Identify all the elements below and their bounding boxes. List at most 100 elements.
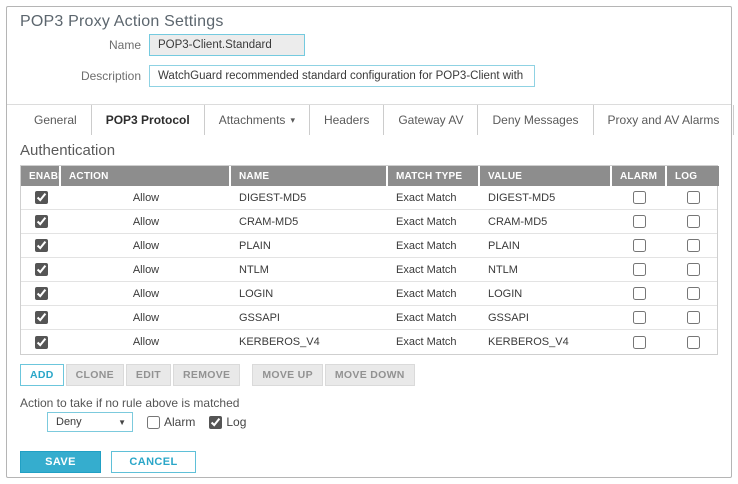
table-row[interactable]: Allow NTLM Exact Match NTLM <box>21 258 717 282</box>
value-cell: DIGEST-MD5 <box>480 186 612 209</box>
name-cell: GSSAPI <box>231 306 388 329</box>
match-type-cell: Exact Match <box>388 282 480 305</box>
value-cell: PLAIN <box>480 234 612 257</box>
column-header-match-type: MATCH TYPE <box>388 166 480 186</box>
move-up-button: MOVE UP <box>252 364 323 386</box>
match-type-cell: Exact Match <box>388 330 480 354</box>
default-action-label: Action to take if no rule above is match… <box>20 396 718 410</box>
table-row[interactable]: Allow GSSAPI Exact Match GSSAPI <box>21 306 717 330</box>
remove-button: REMOVE <box>173 364 240 386</box>
table-row[interactable]: Allow PLAIN Exact Match PLAIN <box>21 234 717 258</box>
name-cell: KERBEROS_V4 <box>231 330 388 354</box>
tab-deny-messages[interactable]: Deny Messages <box>478 105 593 135</box>
table-toolbar: ADD CLONE EDIT REMOVE MOVE UP MOVE DOWN <box>20 364 718 386</box>
table-row[interactable]: Allow CRAM-MD5 Exact Match CRAM-MD5 <box>21 210 717 234</box>
log-checkbox[interactable] <box>687 311 700 324</box>
save-cancel-row: SAVE CANCEL <box>20 451 718 473</box>
alarm-checkbox[interactable] <box>633 215 646 228</box>
log-checkbox[interactable] <box>687 263 700 276</box>
match-type-cell: Exact Match <box>388 258 480 281</box>
name-cell: DIGEST-MD5 <box>231 186 388 209</box>
column-header-enabled: ENABLED <box>21 166 61 186</box>
select-arrow-icon: ▼ <box>118 418 126 427</box>
description-input[interactable] <box>149 65 535 87</box>
enabled-checkbox[interactable] <box>35 191 48 204</box>
column-header-name: NAME <box>231 166 388 186</box>
enabled-checkbox[interactable] <box>35 239 48 252</box>
action-cell: Allow <box>61 258 231 281</box>
action-cell: Allow <box>61 210 231 233</box>
default-log-checkbox[interactable] <box>209 416 222 429</box>
edit-button: EDIT <box>126 364 171 386</box>
table-row[interactable]: Allow DIGEST-MD5 Exact Match DIGEST-MD5 <box>21 186 717 210</box>
cancel-button[interactable]: CANCEL <box>111 451 196 473</box>
default-alarm-label: Alarm <box>164 415 195 429</box>
page-title: POP3 Proxy Action Settings <box>20 12 718 32</box>
tab-pop3-protocol[interactable]: POP3 Protocol <box>92 105 205 135</box>
enabled-checkbox[interactable] <box>35 287 48 300</box>
tab-apt-blocker[interactable]: APT Blocker <box>734 105 738 135</box>
table-header-row: ENABLED ACTION NAME MATCH TYPE VALUE ALA… <box>21 166 717 186</box>
action-cell: Allow <box>61 306 231 329</box>
settings-panel: POP3 Proxy Action Settings Name Descript… <box>6 6 732 478</box>
tab-general[interactable]: General <box>20 105 92 135</box>
default-action-value: Deny <box>56 416 82 428</box>
tab-headers[interactable]: Headers <box>310 105 384 135</box>
enabled-checkbox[interactable] <box>35 336 48 349</box>
match-type-cell: Exact Match <box>388 210 480 233</box>
enabled-checkbox[interactable] <box>35 263 48 276</box>
action-cell: Allow <box>61 282 231 305</box>
match-type-cell: Exact Match <box>388 306 480 329</box>
value-cell: LOGIN <box>480 282 612 305</box>
value-cell: GSSAPI <box>480 306 612 329</box>
name-label: Name <box>20 38 141 52</box>
alarm-checkbox[interactable] <box>633 336 646 349</box>
section-heading-authentication: Authentication <box>20 142 718 159</box>
action-cell: Allow <box>61 234 231 257</box>
move-down-button: MOVE DOWN <box>325 364 415 386</box>
action-cell: Allow <box>61 186 231 209</box>
enabled-checkbox[interactable] <box>35 215 48 228</box>
value-cell: CRAM-MD5 <box>480 210 612 233</box>
tab-proxy-and-av-alarms[interactable]: Proxy and AV Alarms <box>594 105 735 135</box>
default-alarm-checkbox[interactable] <box>147 416 160 429</box>
column-header-action: ACTION <box>61 166 231 186</box>
default-alarm-group: Alarm <box>147 415 195 429</box>
alarm-checkbox[interactable] <box>633 311 646 324</box>
name-cell: CRAM-MD5 <box>231 210 388 233</box>
default-log-label: Log <box>226 415 246 429</box>
alarm-checkbox[interactable] <box>633 263 646 276</box>
alarm-checkbox[interactable] <box>633 239 646 252</box>
alarm-checkbox[interactable] <box>633 191 646 204</box>
match-type-cell: Exact Match <box>388 186 480 209</box>
log-checkbox[interactable] <box>687 336 700 349</box>
save-button[interactable]: SAVE <box>20 451 101 473</box>
action-cell: Allow <box>61 330 231 354</box>
log-checkbox[interactable] <box>687 239 700 252</box>
table-row[interactable]: Allow KERBEROS_V4 Exact Match KERBEROS_V… <box>21 330 717 354</box>
match-type-cell: Exact Match <box>388 234 480 257</box>
value-cell: KERBEROS_V4 <box>480 330 612 354</box>
column-header-value: VALUE <box>480 166 612 186</box>
chevron-down-icon: ▾ <box>290 116 295 125</box>
tab-gateway-av[interactable]: Gateway AV <box>384 105 478 135</box>
name-cell: LOGIN <box>231 282 388 305</box>
add-button[interactable]: ADD <box>20 364 64 386</box>
alarm-checkbox[interactable] <box>633 287 646 300</box>
enabled-checkbox[interactable] <box>35 311 48 324</box>
log-checkbox[interactable] <box>687 287 700 300</box>
name-field-row: Name <box>20 34 718 56</box>
name-cell: NTLM <box>231 258 388 281</box>
clone-button: CLONE <box>66 364 124 386</box>
authentication-rules-table: ENABLED ACTION NAME MATCH TYPE VALUE ALA… <box>20 165 718 355</box>
log-checkbox[interactable] <box>687 215 700 228</box>
description-label: Description <box>20 69 141 83</box>
column-header-log: LOG <box>667 166 719 186</box>
default-action-select[interactable]: Deny ▼ <box>47 412 133 432</box>
name-cell: PLAIN <box>231 234 388 257</box>
tab-attachments[interactable]: Attachments ▾ <box>205 105 310 135</box>
default-action-controls: Deny ▼ Alarm Log <box>20 412 718 432</box>
table-row[interactable]: Allow LOGIN Exact Match LOGIN <box>21 282 717 306</box>
log-checkbox[interactable] <box>687 191 700 204</box>
description-field-row: Description <box>20 65 718 87</box>
